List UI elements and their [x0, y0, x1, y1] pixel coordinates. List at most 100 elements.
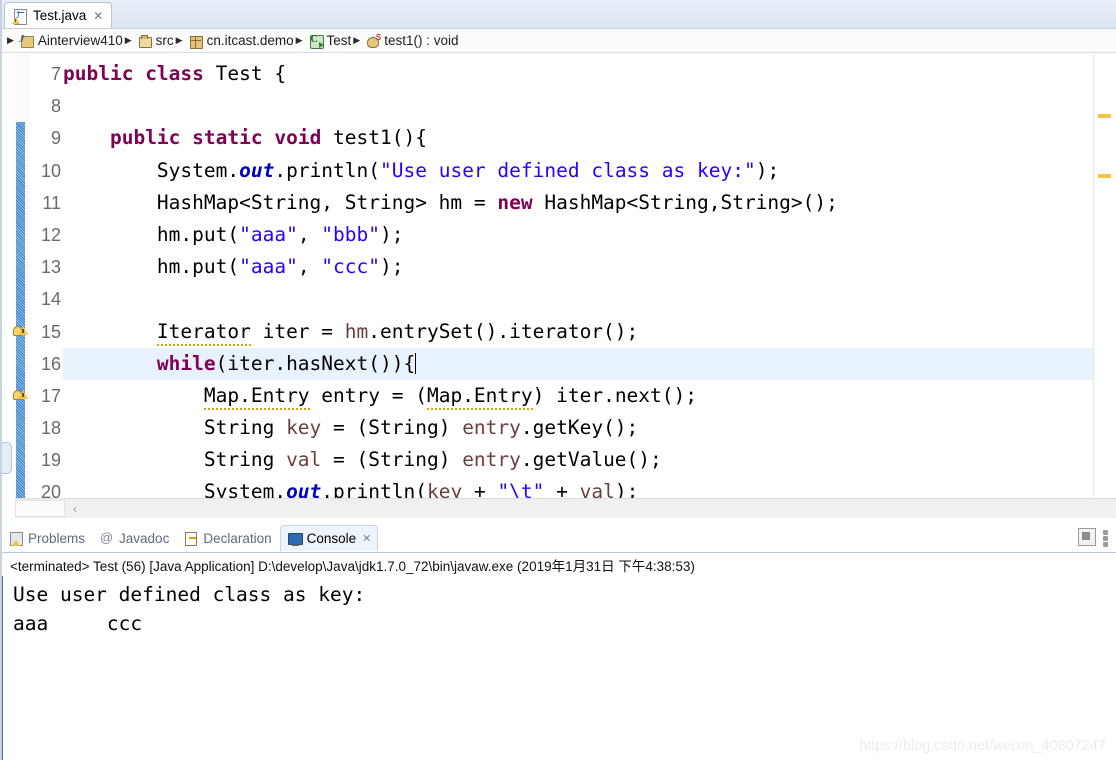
- code-token: "bbb": [321, 222, 380, 246]
- code-line[interactable]: Map.Entry entry = (Map.Entry) iter.next(…: [63, 380, 1094, 412]
- code-token: Map.Entry: [203, 383, 310, 410]
- code-token: HashMap<String, String> hm =: [63, 190, 498, 214]
- code-token: = (String): [321, 416, 463, 440]
- code-line[interactable]: String val = (String) entry.getValue();: [63, 444, 1094, 476]
- console-process-header: <terminated> Test (56) [Java Application…: [0, 552, 1116, 576]
- overview-warning-marker[interactable]: [1098, 174, 1111, 178]
- code-token: String: [63, 416, 287, 440]
- breadcrumb-item-package[interactable]: cn.itcast.demo: [188, 33, 294, 49]
- code-token: hm.put(: [63, 222, 240, 246]
- code-line[interactable]: [63, 90, 1094, 122]
- line-number: 19: [40, 450, 61, 471]
- editor-horizontal-scrollbar[interactable]: ‹: [15, 498, 1116, 518]
- chevron-right-icon[interactable]: ▶: [7, 36, 14, 45]
- tab-declaration[interactable]: Declaration: [177, 525, 277, 551]
- warning-marker-icon[interactable]: [13, 323, 31, 339]
- class-icon: C: [308, 33, 324, 49]
- java-file-warning-icon: J: [12, 8, 28, 25]
- code-token: = (String): [321, 448, 463, 472]
- code-editor[interactable]: 7 8 9 10 11 12 13 14 15 16 17 18 19 20 public class T…: [0, 54, 1116, 522]
- code-token: ) iter.next();: [532, 383, 698, 407]
- line-number: 13: [40, 257, 61, 278]
- line-number: 8: [50, 96, 61, 117]
- code-token: void: [274, 126, 334, 150]
- breadcrumb-item-project[interactable]: J Ainterview410: [19, 33, 123, 49]
- tab-strip-background: [0, 0, 1116, 28]
- code-token: .getValue();: [520, 448, 662, 472]
- code-line[interactable]: public static void test1(){: [63, 122, 1094, 154]
- code-line[interactable]: System.out.println("Use user defined cla…: [63, 155, 1094, 187]
- code-token: "ccc": [321, 255, 380, 279]
- warning-marker-icon[interactable]: [13, 387, 31, 403]
- line-number: 15: [40, 321, 61, 342]
- code-line[interactable]: while(iter.hasNext()){: [63, 348, 1094, 380]
- code-token: hm: [344, 319, 369, 343]
- close-icon[interactable]: ✕: [93, 10, 103, 22]
- view-tab-bar: Problems @ Javadoc Declaration Console ✕: [0, 524, 1116, 552]
- code-token: ,: [297, 255, 322, 279]
- scroll-left-icon[interactable]: ‹: [67, 500, 83, 517]
- breadcrumb-label: src: [155, 33, 174, 48]
- line-number: 9: [50, 128, 61, 149]
- code-token: new: [497, 190, 545, 214]
- tab-label: Declaration: [203, 530, 272, 546]
- breadcrumb-label: test1() : void: [384, 33, 459, 48]
- code-line[interactable]: String key = (String) entry.getKey();: [63, 412, 1094, 444]
- overview-warning-marker[interactable]: [1098, 114, 1111, 118]
- problems-icon: [8, 530, 24, 546]
- breadcrumb-item-method[interactable]: S test1() : void: [365, 33, 459, 49]
- tab-javadoc[interactable]: @ Javadoc: [93, 525, 175, 551]
- line-number: 17: [40, 385, 61, 406]
- java-project-icon: J: [19, 33, 35, 49]
- overview-ruler[interactable]: [1093, 54, 1116, 518]
- tab-problems[interactable]: Problems: [2, 525, 91, 551]
- line-number: 14: [40, 289, 61, 310]
- code-token: Map.Entry: [426, 383, 533, 410]
- code-line[interactable]: [63, 283, 1094, 315]
- more-icon[interactable]: [1102, 529, 1112, 547]
- chevron-right-icon[interactable]: ▶: [296, 36, 303, 45]
- chevron-right-icon[interactable]: ▶: [176, 36, 183, 45]
- code-token: Iterator: [156, 319, 251, 346]
- console-output[interactable]: Use user defined class as key: aaa ccc: [0, 576, 1116, 760]
- declaration-icon: [183, 530, 199, 546]
- code-token: HashMap<String,String>();: [544, 190, 838, 214]
- code-line[interactable]: public class Test {: [63, 58, 1094, 90]
- code-token: ,: [297, 222, 322, 246]
- code-token: public: [63, 62, 146, 85]
- code-token: public: [109, 126, 193, 150]
- line-number: 10: [40, 160, 61, 181]
- close-icon[interactable]: ✕: [362, 532, 371, 545]
- stop-icon[interactable]: [1078, 528, 1096, 546]
- tab-label: Javadoc: [119, 530, 170, 546]
- javadoc-icon: @: [100, 530, 114, 545]
- code-line[interactable]: Iterator iter = hm.entrySet().iterator()…: [63, 316, 1094, 348]
- code-line[interactable]: hm.put("aaa", "ccc");: [63, 251, 1094, 283]
- code-token: (iter.hasNext()){: [215, 351, 416, 375]
- code-token: hm.put(: [63, 255, 240, 279]
- code-token: System.: [63, 158, 240, 182]
- chevron-right-icon[interactable]: ▶: [353, 36, 360, 45]
- code-token: entry: [462, 448, 521, 472]
- editor-tab-test-java[interactable]: J Test.java ✕: [4, 2, 113, 28]
- code-token: .getKey();: [520, 416, 639, 440]
- package-icon: [188, 33, 204, 49]
- code-token: .println(: [274, 158, 381, 182]
- scrollbar-thumb[interactable]: [15, 500, 65, 517]
- code-token: );: [755, 158, 780, 182]
- chevron-right-icon[interactable]: ▶: [125, 36, 132, 45]
- console-line: aaa ccc: [13, 612, 143, 635]
- code-line[interactable]: HashMap<String, String> hm = new HashMap…: [63, 187, 1094, 219]
- breadcrumb-item-class[interactable]: C Test: [308, 33, 351, 49]
- code-text-area[interactable]: public class Test { public static void t…: [63, 54, 1094, 522]
- tab-console[interactable]: Console ✕: [279, 525, 379, 551]
- change-bar: [16, 122, 25, 509]
- collapse-handle[interactable]: [0, 442, 12, 474]
- breadcrumb-item-src[interactable]: src: [137, 33, 174, 49]
- code-token: entry = (: [309, 383, 427, 407]
- line-number-ruler: 7 8 9 10 11 12 13 14 15 16 17 18 19 20: [30, 54, 63, 522]
- code-line[interactable]: hm.put("aaa", "bbb");: [63, 219, 1094, 251]
- console-process-label: <terminated> Test (56) [Java Application…: [10, 558, 695, 574]
